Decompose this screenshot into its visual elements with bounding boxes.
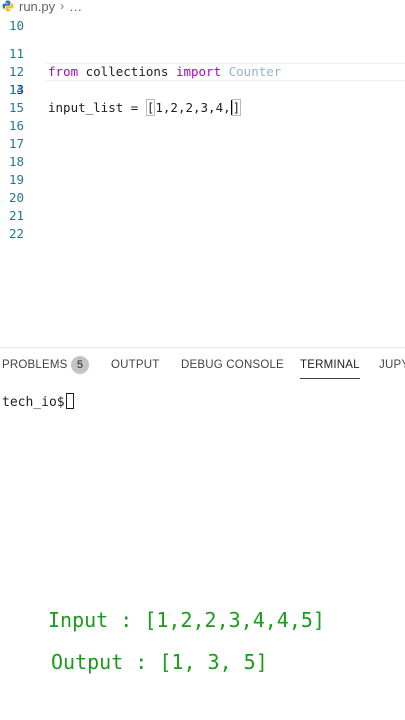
tab-terminal[interactable]: TERMINAL	[300, 358, 360, 379]
problems-count-badge: 5	[71, 356, 89, 374]
line-code[interactable]: input_list = [1,2,2,3,4,]	[48, 99, 242, 117]
line-number: 14	[8, 82, 24, 97]
tab-debug-console[interactable]: DEBUG CONSOLE	[181, 358, 284, 372]
terminal-prompt-line[interactable]: tech_io$	[2, 393, 74, 410]
code-line[interactable]: 11 from collections import Counter	[0, 27, 281, 79]
module-name: collections	[78, 64, 176, 79]
line-number: 19	[8, 172, 24, 187]
line-number: 21	[8, 208, 24, 223]
imported-class: Counter	[221, 64, 282, 79]
breadcrumb-separator: ›	[60, 0, 65, 13]
keyword-from: from	[48, 64, 79, 79]
line-number: 15	[8, 100, 24, 115]
line-number: 17	[8, 136, 24, 151]
close-bracket: ]	[231, 99, 242, 116]
line-number: 22	[8, 226, 24, 241]
screen: run.py › … 10 11 from collections import…	[0, 0, 405, 720]
tab-output[interactable]: OUTPUT	[111, 358, 159, 372]
line-code[interactable]: from collections import Counter	[48, 63, 281, 81]
open-bracket: [	[145, 99, 156, 116]
line-number: 20	[8, 190, 24, 205]
line-number: 18	[8, 154, 24, 169]
code-line[interactable]: 12	[0, 45, 45, 79]
tab-jupyter[interactable]: JUPY	[379, 358, 405, 372]
breadcrumb-more[interactable]: …	[69, 0, 82, 14]
code-line[interactable]: 10	[0, 0, 45, 33]
annotation-input: Input : [1,2,2,3,4,4,5]	[48, 608, 325, 632]
code-line-active[interactable]: 13 input_list = [1,2,2,3,4,]	[0, 63, 242, 116]
panel-tabs: PROBLEMS 5 OUTPUT DEBUG CONSOLE TERMINAL…	[0, 350, 405, 380]
annotation-output: Output : [1, 3, 5]	[51, 650, 268, 674]
list-values: 1,2,2,3,4,	[155, 100, 231, 115]
line-number: 16	[8, 118, 24, 133]
terminal-prompt: tech_io$	[2, 395, 65, 410]
terminal-cursor	[65, 393, 74, 409]
panel-divider	[0, 347, 405, 348]
keyword-import: import	[175, 64, 222, 79]
tab-problems[interactable]: PROBLEMS	[2, 358, 68, 372]
list-assignment: input_list =	[48, 100, 146, 115]
